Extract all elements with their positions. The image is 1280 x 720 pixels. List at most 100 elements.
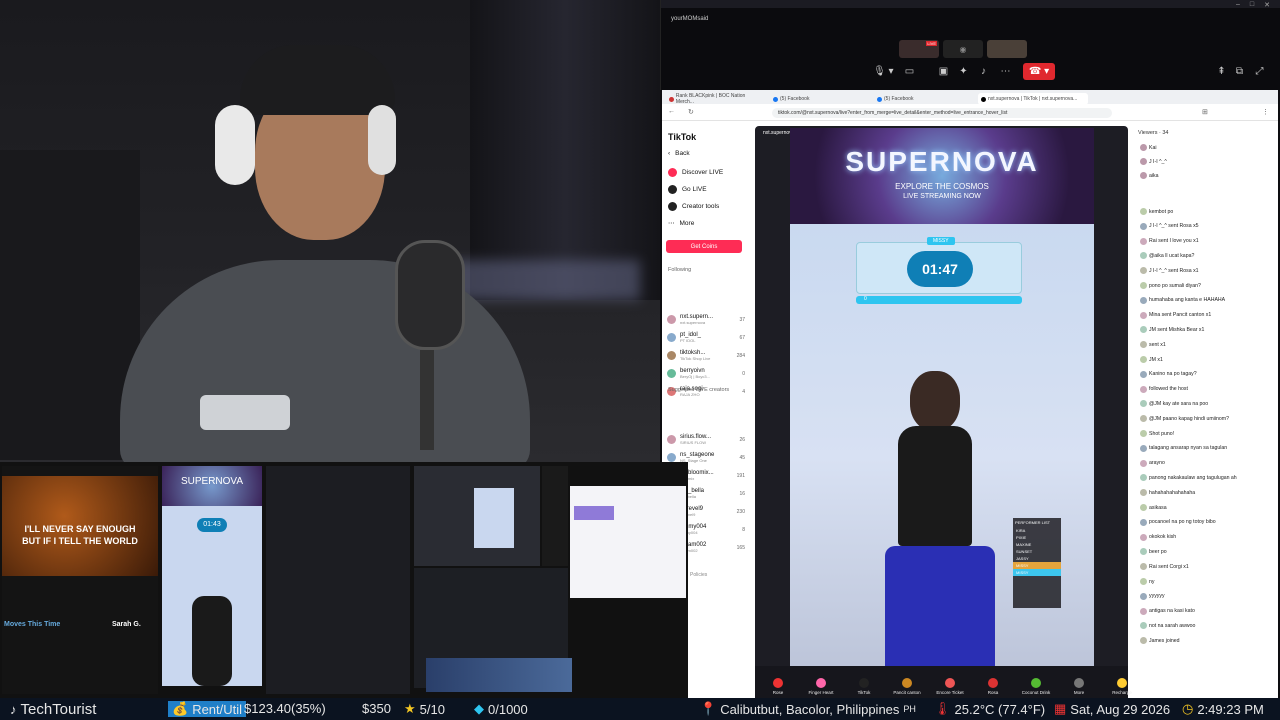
- chat-message[interactable]: Rai sent Corgi x1: [1140, 563, 1272, 571]
- chat-message[interactable]: @aika ll ucat kapa?: [1140, 252, 1272, 260]
- chat-avatar: [1140, 578, 1147, 585]
- chat-message[interactable]: asikasa: [1140, 504, 1272, 511]
- thumb-chat[interactable]: [266, 466, 410, 694]
- chat-message[interactable]: panong nakakaulaw ang tagulugan ah: [1140, 474, 1272, 482]
- thumb-youtube[interactable]: I'LL NEVER SAY ENOUGH BUT IF I TELL THE …: [2, 466, 158, 694]
- close-icon[interactable]: ✕: [1264, 1, 1270, 9]
- nav-creator-tools[interactable]: Creator tools: [668, 202, 719, 211]
- chat-message[interactable]: ny: [1140, 578, 1272, 585]
- creator-name-block: sirius.flow... SIRIUS FLOW: [680, 434, 711, 445]
- microphone-icon[interactable]: 🎙: [871, 63, 888, 80]
- obs-preview: [474, 488, 514, 548]
- viewer-row[interactable]: Kai: [1140, 144, 1272, 151]
- pin-icon[interactable]: ⇞: [1213, 63, 1230, 80]
- thumb-dashboard[interactable]: [570, 486, 686, 598]
- chat-message[interactable]: pono po sumali diyan?: [1140, 282, 1272, 289]
- chat-message[interactable]: antigas na kasi kato: [1140, 607, 1272, 615]
- back-arrow-icon[interactable]: ←: [668, 108, 675, 115]
- performer-list-panel: PERFORMER LIST KIRA PIXIE MAXINE SUNSET JASS…: [1013, 518, 1061, 608]
- creator-subtitle: BeryOj | Boyc3...: [680, 374, 710, 379]
- thumb-obs[interactable]: [414, 466, 540, 566]
- chat-message[interactable]: hahahahahahahaha: [1140, 489, 1272, 497]
- chat-message[interactable]: JM sent Mishka Bear x1: [1140, 326, 1272, 334]
- chat-message[interactable]: @JM kay ate sara na poo: [1140, 400, 1272, 408]
- thumb-terminal[interactable]: [542, 466, 568, 566]
- viewer-count: 16: [739, 490, 745, 497]
- hang-up-button[interactable]: ☎ ▾: [1023, 63, 1055, 80]
- tab-2[interactable]: (5) Facebook: [770, 93, 870, 105]
- chat-message[interactable]: talagang ansarap nyan sa tagulan: [1140, 444, 1272, 452]
- participant-tile-1[interactable]: LIVE: [899, 40, 939, 58]
- maximize-icon[interactable]: □: [1250, 1, 1254, 9]
- chat-message[interactable]: not na sarah awwoo: [1140, 622, 1272, 630]
- creator-row[interactable]: pt_idol_ PT IDOL 67: [667, 332, 745, 343]
- gift-item[interactable]: Encore Ticket: [934, 678, 966, 695]
- gift-item[interactable]: TikTok: [848, 678, 880, 695]
- nav-go-live[interactable]: Go LIVE: [668, 185, 707, 194]
- chat-text: JM sent Mishka Bear x1: [1149, 326, 1205, 333]
- chat-message[interactable]: Kanino na po tagay?: [1140, 370, 1272, 378]
- chat-message[interactable]: Rai sent I love you x1: [1140, 237, 1272, 245]
- chat-message[interactable]: @JM paano kapag hindi umiinom?: [1140, 415, 1272, 423]
- viewer-count: 26: [739, 436, 745, 443]
- chat-text: Mina sent Pancit canton x1: [1149, 312, 1212, 319]
- menu-icon[interactable]: ⋮: [1262, 108, 1269, 116]
- chat-message[interactable]: James joined: [1140, 637, 1272, 645]
- discord-icon: ◉: [959, 44, 967, 54]
- chat-message[interactable]: followed the host: [1140, 385, 1272, 393]
- minimize-icon[interactable]: –: [1236, 1, 1240, 9]
- viewers-label[interactable]: Viewers · 34: [1138, 130, 1168, 136]
- viewer-row[interactable]: aika: [1140, 172, 1272, 179]
- thumb-tiktok-stream[interactable]: SUPERNOVA 01:43: [162, 466, 262, 686]
- chat-message[interactable]: beer po: [1140, 548, 1272, 556]
- tab-1[interactable]: Rank BLACKpink | BOC Nation Merch...: [666, 93, 766, 105]
- creator-row[interactable]: tiktoksh... TikTok Shop Live 284: [667, 350, 745, 361]
- tiktok-logo[interactable]: TikTok: [668, 132, 696, 142]
- gift-item[interactable]: Rose: [762, 678, 794, 695]
- chat-message[interactable]: okokok kish: [1140, 533, 1272, 541]
- reload-icon[interactable]: ↻: [688, 108, 694, 116]
- gift-item[interactable]: Coconut Drink: [1020, 678, 1052, 695]
- chat-message[interactable]: yyyyyy: [1140, 592, 1272, 600]
- get-coins-button[interactable]: Get Coins: [666, 240, 742, 253]
- soundboard-icon[interactable]: ♪: [975, 63, 992, 80]
- chat-message[interactable]: J I-I ^_^ sent Rosa x1: [1140, 267, 1272, 275]
- gift-item[interactable]: Finger Heart: [805, 678, 837, 695]
- chat-message[interactable]: pocanoel na po ng totoy bibo: [1140, 518, 1272, 526]
- chat-message[interactable]: kembot po: [1140, 208, 1272, 215]
- chevron-down-icon[interactable]: ▾: [887, 63, 895, 80]
- thumb-game[interactable]: [426, 658, 572, 692]
- chat-message[interactable]: sent x1: [1140, 341, 1272, 349]
- chat-avatar: [1140, 474, 1147, 482]
- popout-icon[interactable]: ⧉: [1231, 63, 1248, 80]
- screen-share-icon[interactable]: ▣: [935, 63, 952, 80]
- banner-live-text: LIVE STREAMING NOW: [903, 193, 981, 200]
- participant-tile-discord[interactable]: ◉: [943, 40, 983, 58]
- chat-message[interactable]: JM x1: [1140, 356, 1272, 363]
- gift-item[interactable]: Rosa: [977, 678, 1009, 695]
- extensions-icon[interactable]: ⊞: [1202, 108, 1208, 116]
- participant-tile-3[interactable]: [987, 40, 1027, 58]
- tab-4-active[interactable]: nxt.supernova | TikTok | nxt.supernova..…: [978, 93, 1088, 105]
- gift-item[interactable]: Pancit canton: [891, 678, 923, 695]
- nav-discover-live[interactable]: Discover LIVE: [668, 168, 723, 177]
- chat-message[interactable]: Mina sent Pancit canton x1: [1140, 311, 1272, 319]
- policies-link[interactable]: Policies: [690, 572, 707, 578]
- camera-off-icon[interactable]: ▭: [901, 63, 918, 80]
- tab-3[interactable]: (5) Facebook: [874, 93, 974, 105]
- gift-item[interactable]: More: [1063, 678, 1095, 695]
- more-options-icon[interactable]: ⋯: [997, 63, 1014, 80]
- nav-back[interactable]: ‹ Back: [668, 150, 690, 157]
- creator-row[interactable]: berryoivn BeryOj | Boyc3... 0: [667, 368, 745, 379]
- chat-message[interactable]: humahaba ang kanta e HAHAHA: [1140, 296, 1272, 304]
- activities-icon[interactable]: ✦: [955, 63, 972, 80]
- fullscreen-icon[interactable]: ⤢: [1251, 63, 1268, 80]
- address-bar[interactable]: tiktok.com/@nxt.supernova/live?enter_fro…: [772, 108, 1112, 118]
- chat-message[interactable]: J I-I ^_^ sent Rosa x5: [1140, 222, 1272, 230]
- viewer-row[interactable]: J I-I ^_^: [1140, 158, 1272, 165]
- chat-message[interactable]: Shot puno!: [1140, 430, 1272, 437]
- creator-row[interactable]: nxt.supern... nxt.supernova 37: [667, 314, 745, 325]
- creator-row[interactable]: sirius.flow... SIRIUS FLOW 26: [667, 434, 745, 445]
- nav-more[interactable]: ⋯ More: [668, 219, 694, 228]
- chat-message[interactable]: arayno: [1140, 459, 1272, 467]
